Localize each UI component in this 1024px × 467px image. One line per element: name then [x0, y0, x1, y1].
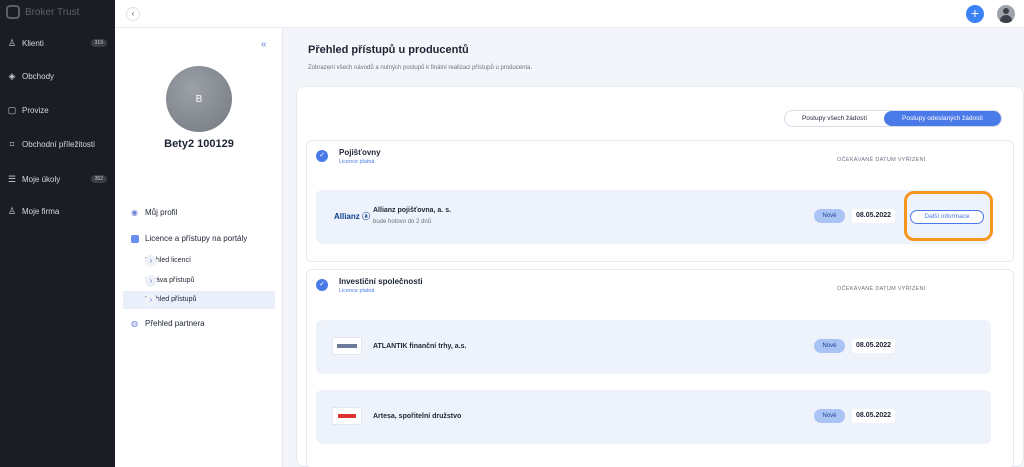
partner-icon: ◍: [131, 318, 138, 328]
main-content: Přehled přístupů u producentů Zobrazení …: [283, 28, 1024, 467]
menu-my-profile[interactable]: ◉ Můj profil: [131, 208, 177, 217]
allianz-logo: Allianz ⓐ: [333, 211, 370, 221]
nav-label: Moje úkoly: [22, 174, 61, 184]
expected-date: 08.05.2022: [852, 209, 896, 223]
section-title: Investiční společnosti: [339, 277, 423, 286]
chevron-right-icon: ›: [145, 255, 157, 267]
producer-row: Artesa, spořitelní družstvo Nové 08.05.2…: [316, 390, 991, 444]
submenu-sprava-pristupu[interactable]: Správa přístupů ›: [123, 272, 275, 290]
brand[interactable]: Broker Trust: [6, 5, 79, 19]
section-pojistovny: ✓ Pojišťovny Licence platná OČEKÁVANÉ DA…: [306, 140, 1014, 262]
content-card: Postupy všech žádostí Postupy odeslaných…: [296, 86, 1024, 467]
menu-licence[interactable]: Licence a přístupy na portály: [131, 234, 247, 243]
nav-label: Klienti: [22, 38, 44, 48]
producer-row: ATLANTIK finanční trhy, a.s. Nové 08.05.…: [316, 320, 991, 374]
section-title: Pojišťovny: [339, 148, 381, 157]
brand-logo-icon: [6, 5, 20, 19]
nav-item-obchody[interactable]: ◈ Obchody: [0, 66, 115, 86]
toggle-sent-requests[interactable]: Postupy odeslaných žádostí: [884, 111, 1001, 126]
nav-label: Obchody: [22, 71, 55, 81]
nav-item-provize[interactable]: ▢ Provize: [0, 100, 115, 120]
toggle-all-requests[interactable]: Postupy všech žádostí: [785, 111, 884, 126]
user-circle-icon: ◉: [131, 207, 138, 217]
licence-icon: [131, 234, 139, 243]
producer-name: ATLANTIK finanční trhy, a.s.: [373, 343, 467, 350]
status-badge: Nové: [814, 409, 845, 423]
main-nav: Broker Trust ♙ Klienti 319 ◈ Obchody ▢ P…: [0, 0, 115, 467]
list-icon: ☰: [7, 174, 17, 184]
section-investicni: ✓ Investiční společnosti Licence platná …: [306, 269, 1014, 467]
nav-item-klienti[interactable]: ♙ Klienti 319: [0, 33, 115, 53]
section-subtitle: Licence platná: [339, 288, 375, 294]
column-header: OČEKÁVANÉ DATUM VYŘÍZENÍ: [837, 157, 926, 163]
nav-label: Provize: [22, 105, 49, 115]
expected-date: 08.05.2022: [852, 409, 896, 423]
chevron-right-icon: ›: [145, 275, 157, 287]
profile-panel: « B Bety2 100129 ◉ Můj profil Licence a …: [115, 28, 283, 467]
profile-avatar: B: [166, 66, 232, 132]
view-toggle: Postupy všech žádostí Postupy odeslaných…: [784, 110, 1002, 127]
producer-name: Artesa, spořitelní družstvo: [373, 413, 462, 420]
layers-icon: ◈: [8, 71, 16, 81]
brand-name: Broker Trust: [25, 6, 80, 18]
producer-row: Allianz ⓐ Allianz pojišťovna, a. s. bude…: [316, 190, 993, 244]
chevron-left-icon: ‹: [131, 9, 135, 18]
producer-name: Allianz pojišťovna, a. s.: [373, 207, 452, 214]
check-icon: ✓: [316, 150, 328, 162]
menu-label: Přehled partnera: [145, 319, 205, 328]
user-cog-icon: ♙: [7, 206, 17, 216]
nav-item-firma[interactable]: ♙ Moje firma: [0, 201, 115, 221]
collapse-icon[interactable]: «: [261, 39, 267, 50]
square-icon: ▢: [7, 105, 17, 115]
nav-item-prilezitosti[interactable]: ⌗ Obchodní příležitosti: [0, 134, 115, 154]
top-bar: ‹ +: [115, 0, 1024, 28]
more-info-button[interactable]: Další informace: [910, 210, 984, 224]
status-badge: Nové: [814, 339, 845, 353]
submenu-prehled-licenci[interactable]: Přehled licencí ›: [123, 252, 275, 270]
expected-date: 08.05.2022: [852, 339, 896, 353]
nav-label: Obchodní příležitosti: [22, 139, 95, 149]
profile-name: Bety2 100129: [164, 138, 234, 150]
chevron-right-icon: ›: [145, 294, 157, 306]
back-button[interactable]: ‹: [126, 7, 140, 21]
status-badge: Nové: [814, 209, 845, 223]
page-title: Přehled přístupů u producentů: [308, 44, 469, 56]
count-badge: 352: [90, 175, 107, 183]
count-badge: 319: [90, 39, 107, 47]
user-icon: ♙: [7, 38, 17, 48]
check-icon: ✓: [316, 279, 328, 291]
user-avatar[interactable]: [997, 5, 1015, 23]
nav-label: Moje firma: [22, 206, 60, 216]
atlantik-logo: [332, 337, 362, 355]
submenu-prehled-pristupu[interactable]: Přehled přístupů ›: [123, 291, 275, 309]
menu-partner[interactable]: ◍ Přehled partnera: [131, 319, 205, 328]
section-subtitle: Licence platná: [339, 159, 375, 165]
artesa-logo: [332, 407, 362, 425]
producer-note: bude hotovo do 2 dnů: [373, 219, 432, 225]
page-subtitle: Zobrazení všech návodů a nutných postupů…: [308, 65, 533, 71]
column-header: OČEKÁVANÉ DATUM VYŘÍZENÍ: [837, 286, 926, 292]
add-button[interactable]: +: [966, 5, 984, 23]
nav-item-ukoly[interactable]: ☰ Moje úkoly 352: [0, 169, 115, 189]
frame-icon: ⌗: [9, 139, 15, 149]
menu-label: Licence a přístupy na portály: [145, 234, 248, 243]
menu-label: Můj profil: [145, 208, 178, 217]
